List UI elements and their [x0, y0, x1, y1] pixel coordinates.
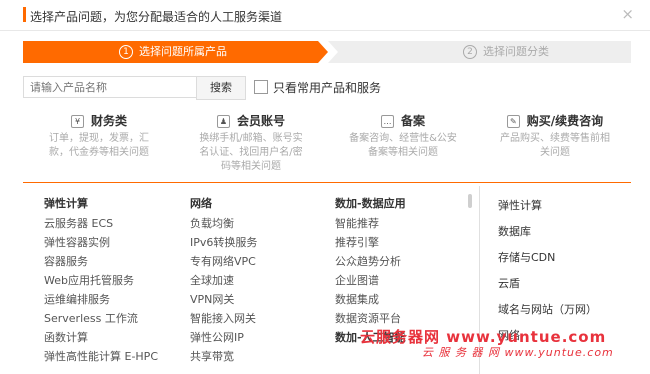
product-item[interactable]: IPv6转换服务 — [190, 233, 257, 252]
close-icon[interactable]: × — [621, 5, 634, 23]
menu-item-domain[interactable]: 域名与网站（万网） — [498, 300, 597, 326]
category-purchase-desc: 产品购买、续费等售前相关问题 — [500, 133, 610, 158]
category-account-title: 会员账号 — [236, 114, 285, 128]
category-account[interactable]: ♟ 会员账号 换绑手机/邮箱、账号实名认证、找回用户名/密码等相关问题 — [175, 112, 327, 174]
product-item[interactable]: 数据集成 — [335, 290, 406, 309]
step-2-number: 2 — [463, 45, 477, 59]
product-item[interactable]: VPN网关 — [190, 290, 257, 309]
product-item[interactable]: 公众趋势分析 — [335, 252, 406, 271]
category-purchase-title: 购买/续费咨询 — [526, 114, 604, 128]
step-2-label: 选择问题分类 — [483, 45, 549, 58]
product-item[interactable]: 弹性公网IP — [190, 328, 257, 347]
step-2-inactive: 2 选择问题分类 — [328, 41, 631, 63]
menu-item-compute[interactable]: 弹性计算 — [498, 196, 597, 222]
menu-item-security[interactable]: 云盾 — [498, 274, 597, 300]
product-item[interactable]: 云服务器 ECS — [44, 214, 158, 233]
product-item[interactable]: 智能推荐 — [335, 214, 406, 233]
product-item[interactable]: 弹性容器实例 — [44, 233, 158, 252]
category-finance-title: 财务类 — [90, 114, 127, 128]
product-item[interactable]: 弹性高性能计算 E-HPC — [44, 347, 158, 366]
product-item[interactable]: 函数计算 — [44, 328, 158, 347]
step-progress: 1 选择问题所属产品 2 选择问题分类 — [23, 41, 631, 63]
pencil-icon: ✎ — [506, 115, 520, 128]
column-heading: 网络 — [190, 197, 212, 210]
product-item[interactable]: Serverless 工作流 — [44, 309, 158, 328]
section-divider — [23, 182, 631, 183]
step-1-active: 1 选择问题所属产品 — [23, 41, 328, 63]
category-account-desc: 换绑手机/邮箱、账号实名认证、找回用户名/密码等相关问题 — [199, 133, 303, 172]
product-column-data: 数加-数据应用 智能推荐 推荐引擎 公众趋势分析 企业图谱 数据集成 数据资源平… — [335, 194, 406, 348]
yen-icon: ¥ — [70, 115, 84, 128]
product-item[interactable]: 运维编排服务 — [44, 290, 158, 309]
scrollbar-thumb[interactable] — [468, 194, 472, 208]
search-row: 搜索 只看常用产品和服务 — [23, 76, 623, 100]
category-finance-desc: 订单，提现，发票，汇款，代金券等相关问题 — [49, 133, 149, 158]
category-icp[interactable]: … 备案 备案咨询、经营性&公安备案等相关问题 — [327, 112, 479, 160]
step-1-label: 选择问题所属产品 — [139, 45, 227, 58]
product-item[interactable]: 容器服务 — [44, 252, 158, 271]
product-item[interactable]: 智能接入网关 — [190, 309, 257, 328]
more-icon: … — [380, 115, 394, 128]
column-heading: 弹性计算 — [44, 197, 88, 210]
category-cards: ¥ 财务类 订单，提现，发票，汇款，代金券等相关问题 ♟ 会员账号 换绑手机/邮箱、… — [23, 112, 631, 184]
step-1-number: 1 — [119, 45, 133, 59]
category-icp-title: 备案 — [400, 114, 425, 128]
menu-item-storage-cdn[interactable]: 存储与CDN — [498, 248, 597, 274]
category-icp-desc: 备案咨询、经营性&公安备案等相关问题 — [349, 133, 457, 158]
product-item[interactable]: 负载均衡 — [190, 214, 257, 233]
menu-item-database[interactable]: 数据库 — [498, 222, 597, 248]
column-divider — [479, 186, 480, 374]
product-item[interactable]: 全球加速 — [190, 271, 257, 290]
column-heading: 数加-数据应用 — [335, 197, 406, 210]
category-purchase[interactable]: ✎ 购买/续费咨询 产品购买、续费等售前相关问题 — [479, 112, 631, 160]
common-products-label: 只看常用产品和服务 — [273, 81, 382, 95]
product-item[interactable]: 推荐引擎 — [335, 233, 406, 252]
common-products-checkbox[interactable] — [254, 80, 268, 94]
product-search-input[interactable] — [23, 76, 197, 98]
dialog-header: 选择产品问题，为您分配最适合的人工服务渠道 × — [0, 0, 650, 31]
product-column-compute: 弹性计算 云服务器 ECS 弹性容器实例 容器服务 Web应用托管服务 运维编排… — [44, 194, 158, 366]
column-subheading: 数加-人工智能 — [335, 331, 406, 344]
menu-item-network[interactable]: 网络 — [498, 326, 597, 352]
product-item[interactable]: 专有网络VPC — [190, 252, 257, 271]
product-item[interactable]: 企业图谱 — [335, 271, 406, 290]
user-icon: ♟ — [216, 115, 230, 128]
title-accent-bar — [23, 7, 26, 22]
product-item[interactable]: Web应用托管服务 — [44, 271, 158, 290]
product-column-network: 网络 负载均衡 IPv6转换服务 专有网络VPC 全球加速 VPN网关 智能接入… — [190, 194, 257, 366]
product-item[interactable]: 数据资源平台 — [335, 309, 406, 328]
dialog-title: 选择产品问题，为您分配最适合的人工服务渠道 — [30, 10, 283, 24]
category-finance[interactable]: ¥ 财务类 订单，提现，发票，汇款，代金券等相关问题 — [23, 112, 175, 160]
product-category-menu: 弹性计算 数据库 存储与CDN 云盾 域名与网站（万网） 网络 — [498, 196, 597, 352]
search-button[interactable]: 搜索 — [196, 76, 246, 100]
product-item[interactable]: 共享带宽 — [190, 347, 257, 366]
